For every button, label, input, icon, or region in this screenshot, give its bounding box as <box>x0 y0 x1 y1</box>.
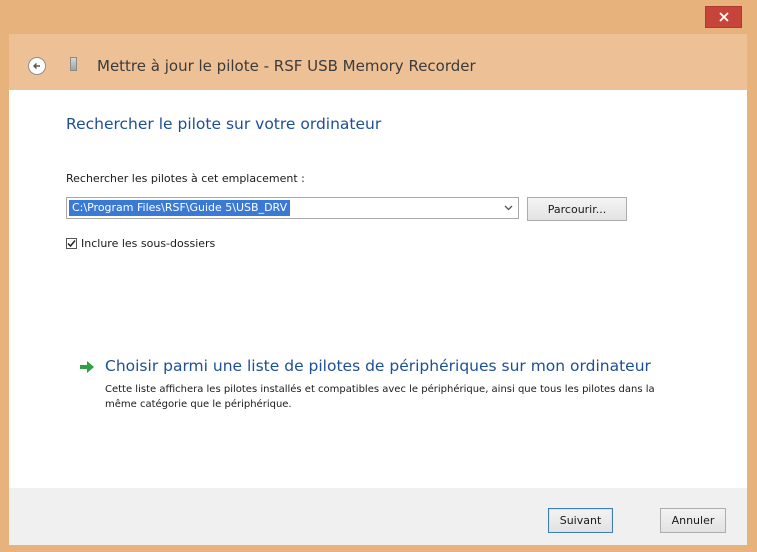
dialog-header: Mettre à jour le pilote - RSF USB Memory… <box>9 34 747 90</box>
next-button[interactable]: Suivant <box>548 508 613 533</box>
choose-from-list-title[interactable]: Choisir parmi une liste de pilotes de pé… <box>105 357 651 375</box>
dialog-content: Rechercher le pilote sur votre ordinateu… <box>9 90 747 488</box>
close-button[interactable] <box>705 6 742 28</box>
page-heading: Rechercher le pilote sur votre ordinateu… <box>66 115 382 133</box>
choose-from-list-description: Cette liste affichera les pilotes instal… <box>105 384 655 410</box>
close-icon <box>718 12 729 22</box>
dialog-window: Mettre à jour le pilote - RSF USB Memory… <box>0 0 757 552</box>
browse-button[interactable]: Parcourir... <box>527 197 627 221</box>
path-combobox[interactable]: C:\Program Files\RSF\Guide 5\USB_DRV <box>66 197 519 219</box>
include-subfolders-row[interactable]: Inclure les sous-dossiers <box>66 236 215 250</box>
checkmark-icon <box>67 239 76 247</box>
usb-device-icon <box>70 57 77 71</box>
path-input-value[interactable]: C:\Program Files\RSF\Guide 5\USB_DRV <box>69 200 291 216</box>
cancel-button[interactable]: Annuler <box>660 508 726 533</box>
include-subfolders-checkbox[interactable] <box>66 237 77 249</box>
chevron-down-icon <box>504 205 512 211</box>
include-subfolders-label[interactable]: Inclure les sous-dossiers <box>81 237 215 250</box>
location-label: Rechercher les pilotes à cet emplacement… <box>66 172 305 185</box>
dialog-footer: Suivant Annuler <box>9 488 747 545</box>
window-title: Mettre à jour le pilote - RSF USB Memory… <box>97 57 476 75</box>
green-arrow-icon <box>80 361 94 373</box>
back-button[interactable] <box>28 57 46 75</box>
back-arrow-icon <box>33 63 40 69</box>
dropdown-arrow[interactable] <box>502 203 514 213</box>
